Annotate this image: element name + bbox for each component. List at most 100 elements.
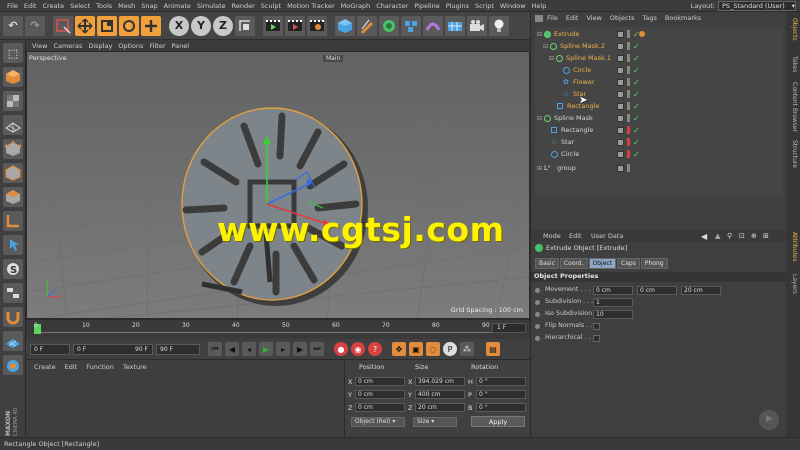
tree-row-circle[interactable]: Circle ✓ xyxy=(535,148,783,160)
magnet-icon[interactable] xyxy=(3,307,23,327)
points-mode-icon[interactable] xyxy=(3,139,23,159)
collapse-icon[interactable]: ⊟ xyxy=(537,115,542,122)
tree-row-rectangle[interactable]: Rectangle ✓ xyxy=(535,100,783,112)
enable-axis-icon[interactable] xyxy=(3,211,23,231)
layer-checkbox[interactable] xyxy=(617,150,624,158)
tab-caps[interactable]: Caps xyxy=(617,258,640,269)
object-menu-objects[interactable]: Objects xyxy=(610,14,635,24)
light-icon[interactable] xyxy=(489,15,509,36)
collapse-icon[interactable]: ⊟ xyxy=(549,55,554,62)
layer-checkbox[interactable] xyxy=(617,30,624,38)
rotate-icon[interactable] xyxy=(119,15,139,36)
animation-dot-icon[interactable] xyxy=(535,324,540,329)
live-selection-icon[interactable] xyxy=(53,15,73,36)
undo-icon[interactable]: ↶ xyxy=(3,15,23,36)
size-x-field[interactable]: 394.029 cm xyxy=(415,377,465,386)
tab-coord[interactable]: Coord. xyxy=(559,258,588,269)
tree-row-spline-mask[interactable]: ⊟ Spline Mask ✓ xyxy=(535,112,783,124)
visibility-dots[interactable] xyxy=(627,54,630,62)
layer-checkbox[interactable] xyxy=(617,54,624,62)
layer-checkbox[interactable] xyxy=(617,102,624,110)
workplane-icon[interactable] xyxy=(3,115,23,135)
record-icon[interactable]: ● xyxy=(334,342,348,356)
visibility-dots[interactable] xyxy=(627,126,630,134)
options-icon[interactable]: ⊕ xyxy=(751,232,757,240)
current-frame-field[interactable]: 1 F xyxy=(492,323,526,333)
lock-icon[interactable]: ⊡ xyxy=(739,232,745,240)
material-menu-edit[interactable]: Edit xyxy=(65,363,78,371)
menu-edit[interactable]: Edit xyxy=(21,2,40,10)
viewport-menu-display[interactable]: Display xyxy=(88,42,112,50)
render-view-icon[interactable] xyxy=(263,15,283,36)
rot-p-field[interactable]: 0 ° xyxy=(476,390,526,399)
nurbs-icon[interactable] xyxy=(379,15,399,36)
material-menu-texture[interactable]: Texture xyxy=(123,363,147,371)
attr-menu-mode[interactable]: Mode xyxy=(543,232,561,240)
redo-icon[interactable]: ↷ xyxy=(25,15,45,36)
menu-mograph[interactable]: MoGraph xyxy=(338,2,374,10)
scale-icon[interactable] xyxy=(97,15,117,36)
enabled-check-icon[interactable]: ✓ xyxy=(633,126,640,135)
enabled-check-icon[interactable]: ✓ xyxy=(633,90,640,99)
visibility-dots[interactable] xyxy=(627,30,630,38)
rotation-key-icon[interactable]: ◌ xyxy=(426,342,440,356)
tree-row-spline-mask-2[interactable]: ⊟ Spline Mask.2 ✓ xyxy=(535,40,783,52)
material-menu-create[interactable]: Create xyxy=(34,363,56,371)
tree-row-star[interactable]: ☆ Star ✓ xyxy=(535,136,783,148)
viewport-menu-panel[interactable]: Panel xyxy=(172,42,190,50)
menu-tools[interactable]: Tools xyxy=(93,2,115,10)
up-arrow-icon[interactable]: ▲ xyxy=(715,232,720,240)
model-mode-icon[interactable] xyxy=(3,67,23,87)
object-menu-file[interactable]: File xyxy=(547,14,558,24)
menu-mesh[interactable]: Mesh xyxy=(115,2,138,10)
side-tab-layers[interactable]: Layers xyxy=(788,274,798,294)
render-picture-viewer-icon[interactable] xyxy=(285,15,305,36)
menu-character[interactable]: Character xyxy=(373,2,411,10)
menu-window[interactable]: Window xyxy=(497,2,529,10)
movement-z-field[interactable]: 20 cm xyxy=(681,286,721,295)
autokey-icon[interactable]: ◉ xyxy=(351,342,365,356)
preview-range-field[interactable]: 0 F 90 F xyxy=(73,343,153,355)
texture-mode-icon[interactable] xyxy=(3,91,23,111)
enabled-check-icon[interactable]: ✓ xyxy=(633,66,640,75)
visibility-dots[interactable] xyxy=(627,164,630,172)
size-y-field[interactable]: 400 cm xyxy=(415,390,465,399)
scale-key-icon[interactable]: ▣ xyxy=(409,342,423,356)
enabled-check-icon[interactable]: ✓ xyxy=(633,78,640,87)
position-key-icon[interactable]: ✥ xyxy=(392,342,406,356)
enabled-check-icon[interactable]: ✓ xyxy=(633,54,640,63)
visibility-dots[interactable] xyxy=(627,102,630,110)
tree-row-rectangle[interactable]: Rectangle ✓ xyxy=(535,124,783,136)
object-menu-edit[interactable]: Edit xyxy=(566,14,579,24)
menu-select[interactable]: Select xyxy=(67,2,93,10)
menu-help[interactable]: Help xyxy=(529,2,550,10)
visibility-dots[interactable] xyxy=(627,78,630,86)
subdivision-field[interactable]: 1 xyxy=(593,298,633,307)
tag-icon[interactable] xyxy=(639,31,645,37)
menu-plugins[interactable]: Plugins xyxy=(443,2,472,10)
back-arrow-icon[interactable]: ◀ xyxy=(701,232,707,241)
object-menu-view[interactable]: View xyxy=(586,14,601,24)
layer-checkbox[interactable] xyxy=(617,90,624,98)
attr-menu-user-data[interactable]: User Data xyxy=(591,232,623,240)
menu-motion-tracker[interactable]: Motion Tracker xyxy=(284,2,338,10)
animation-dot-icon[interactable] xyxy=(535,336,540,341)
menu-snap[interactable]: Snap xyxy=(138,2,160,10)
grid-snap-icon[interactable] xyxy=(3,331,23,351)
visibility-dots[interactable] xyxy=(627,150,630,158)
tree-row-extrude[interactable]: ⊟ Extrude ✓ xyxy=(535,28,783,40)
layer-checkbox[interactable] xyxy=(617,114,624,122)
timeline-ruler[interactable]: 0 10 20 30 40 50 60 70 80 90 1 F xyxy=(26,319,530,339)
side-tab-content-browser[interactable]: Content Browser xyxy=(788,82,798,132)
tree-row-group[interactable]: ⊞ Lᵒ group xyxy=(535,162,783,174)
viewport-menu-filter[interactable]: Filter xyxy=(149,42,165,50)
layout-select[interactable]: PS_Standard (User) ▾ xyxy=(718,1,796,11)
3d-viewport[interactable]: Perspective Main Grid Spacing : 100 cm w… xyxy=(26,51,530,319)
tree-row-star[interactable]: ☆ Star ✓ xyxy=(535,88,783,100)
visibility-dots[interactable] xyxy=(627,66,630,74)
enabled-check-icon[interactable]: ✓ xyxy=(633,114,640,123)
menu-sculpt[interactable]: Sculpt xyxy=(258,2,284,10)
rot-b-field[interactable]: 0 ° xyxy=(476,403,526,412)
animation-dot-icon[interactable] xyxy=(535,288,540,293)
side-tab-takes[interactable]: Takes xyxy=(788,56,798,72)
